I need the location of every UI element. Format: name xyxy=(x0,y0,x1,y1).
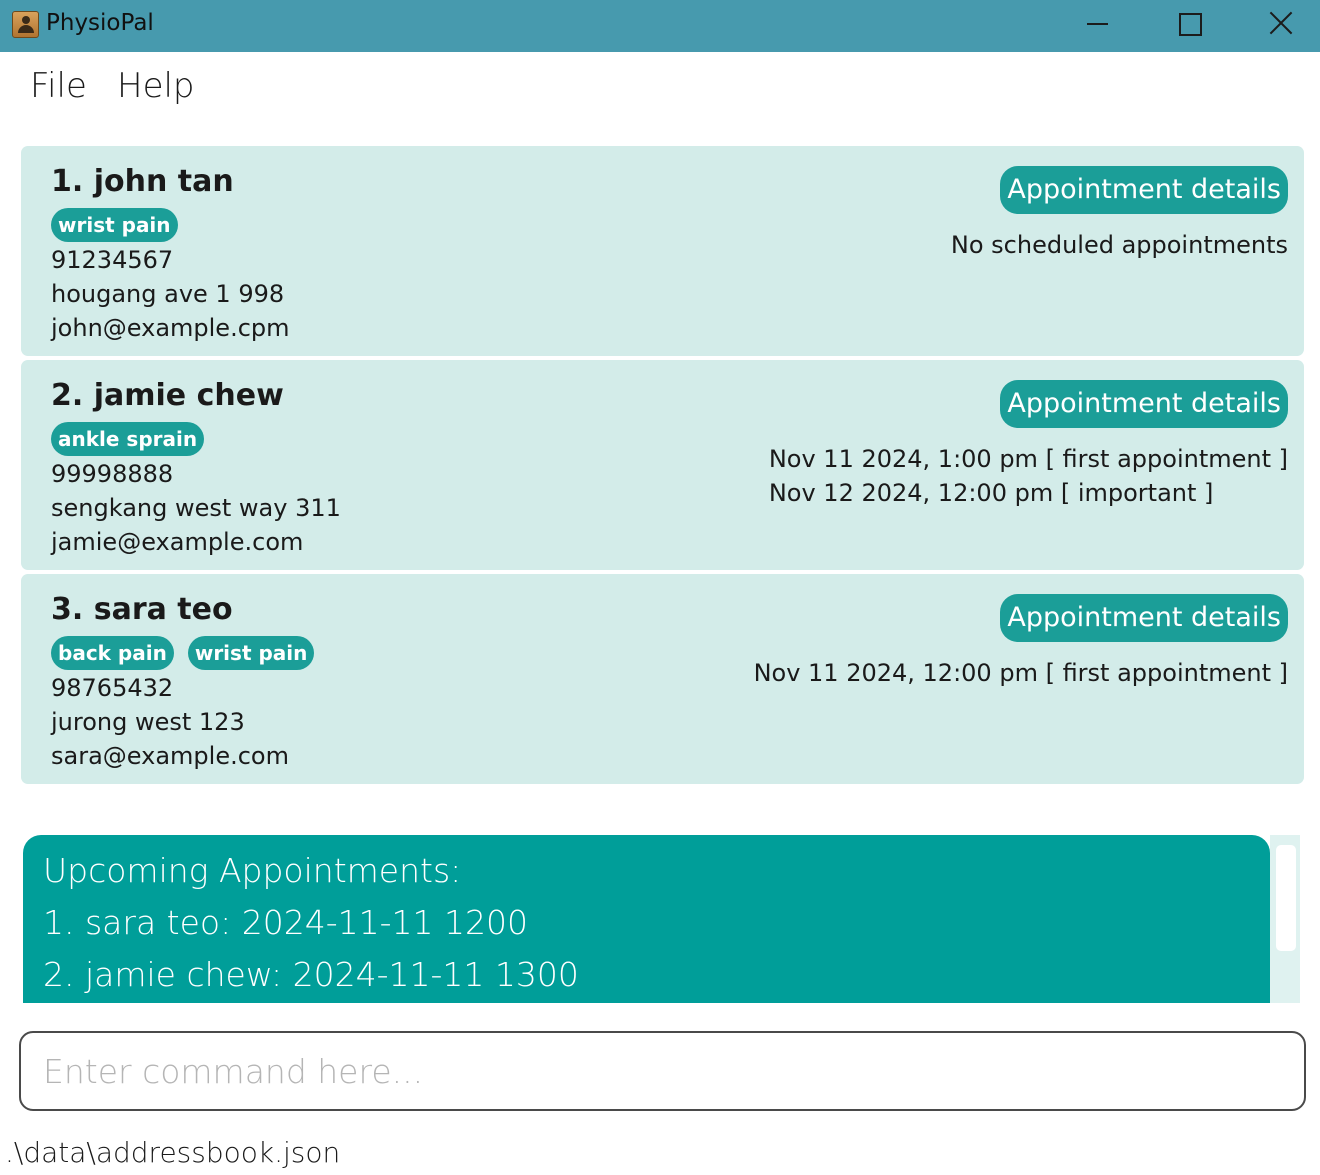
patient-address: hougang ave 1 998 xyxy=(51,280,285,308)
minimize-icon[interactable] xyxy=(1058,0,1138,50)
patient-email: john@example.cpm xyxy=(51,314,290,342)
appointment-list: Nov 11 2024, 1:00 pm [ first appointment… xyxy=(769,442,1288,510)
patient-phone: 99998888 xyxy=(51,460,174,488)
appointment-details-button[interactable]: Appointment details xyxy=(1000,166,1288,214)
appointment-details-button[interactable]: Appointment details xyxy=(1000,594,1288,642)
appointment-list: No scheduled appointments xyxy=(951,228,1288,262)
upcoming-scrollbar-thumb[interactable] xyxy=(1276,845,1296,951)
patient-name: 2. jamie chew xyxy=(51,378,284,413)
upcoming-heading: Upcoming Appointments: xyxy=(43,851,462,890)
maximize-icon[interactable] xyxy=(1148,0,1228,50)
patient-email: sara@example.com xyxy=(51,742,289,770)
patient-name: 3. sara teo xyxy=(51,592,233,627)
upcoming-appointments-panel[interactable]: Upcoming Appointments: 1. sara teo: 2024… xyxy=(23,835,1270,1003)
appointment-entry: Nov 12 2024, 12:00 pm [ important ] xyxy=(768,479,1214,507)
appointment-entry: Nov 11 2024, 12:00 pm [ first appointmen… xyxy=(753,659,1288,687)
patient-phone: 91234567 xyxy=(51,246,174,274)
upcoming-item: 1. sara teo: 2024-11-11 1200 xyxy=(43,903,528,942)
condition-tag: ankle sprain xyxy=(51,422,205,456)
condition-tag: wrist pain xyxy=(187,636,315,670)
patient-phone: 98765432 xyxy=(51,674,174,702)
patient-tags: back pain wrist pain xyxy=(51,636,315,670)
menu-help[interactable]: Help xyxy=(117,66,195,106)
title-bar[interactable]: PhysioPal xyxy=(0,0,1320,52)
status-file-path: .\data\addressbook.json xyxy=(5,1136,341,1169)
patient-card[interactable]: 3. sara teo back pain wrist pain 9876543… xyxy=(21,574,1304,784)
contact-card-icon xyxy=(12,11,39,38)
patient-tags: ankle sprain xyxy=(51,422,205,456)
appointment-entry: Nov 11 2024, 1:00 pm [ first appointment… xyxy=(768,445,1288,473)
appointment-details-button[interactable]: Appointment details xyxy=(1000,380,1288,428)
condition-tag: wrist pain xyxy=(51,208,178,242)
patient-name: 1. john tan xyxy=(51,164,234,199)
patient-address: sengkang west way 311 xyxy=(51,494,341,522)
patient-address: jurong west 123 xyxy=(51,708,245,736)
close-icon[interactable] xyxy=(1240,0,1320,50)
window-title: PhysioPal xyxy=(46,10,154,36)
command-input[interactable] xyxy=(19,1031,1306,1111)
patient-card[interactable]: 1. john tan wrist pain 91234567 hougang … xyxy=(21,146,1304,356)
patient-tags: wrist pain xyxy=(51,208,178,242)
menu-file[interactable]: File xyxy=(30,66,87,106)
upcoming-item: 2. jamie chew: 2024-11-11 1300 xyxy=(43,955,579,994)
patient-email: jamie@example.com xyxy=(51,528,304,556)
appointment-list: Nov 11 2024, 12:00 pm [ first appointmen… xyxy=(754,656,1288,690)
patient-card[interactable]: 2. jamie chew ankle sprain 99998888 seng… xyxy=(21,360,1304,570)
condition-tag: back pain xyxy=(51,636,174,670)
appointment-entry: No scheduled appointments xyxy=(950,231,1288,259)
menu-bar: File Help xyxy=(0,52,1320,126)
